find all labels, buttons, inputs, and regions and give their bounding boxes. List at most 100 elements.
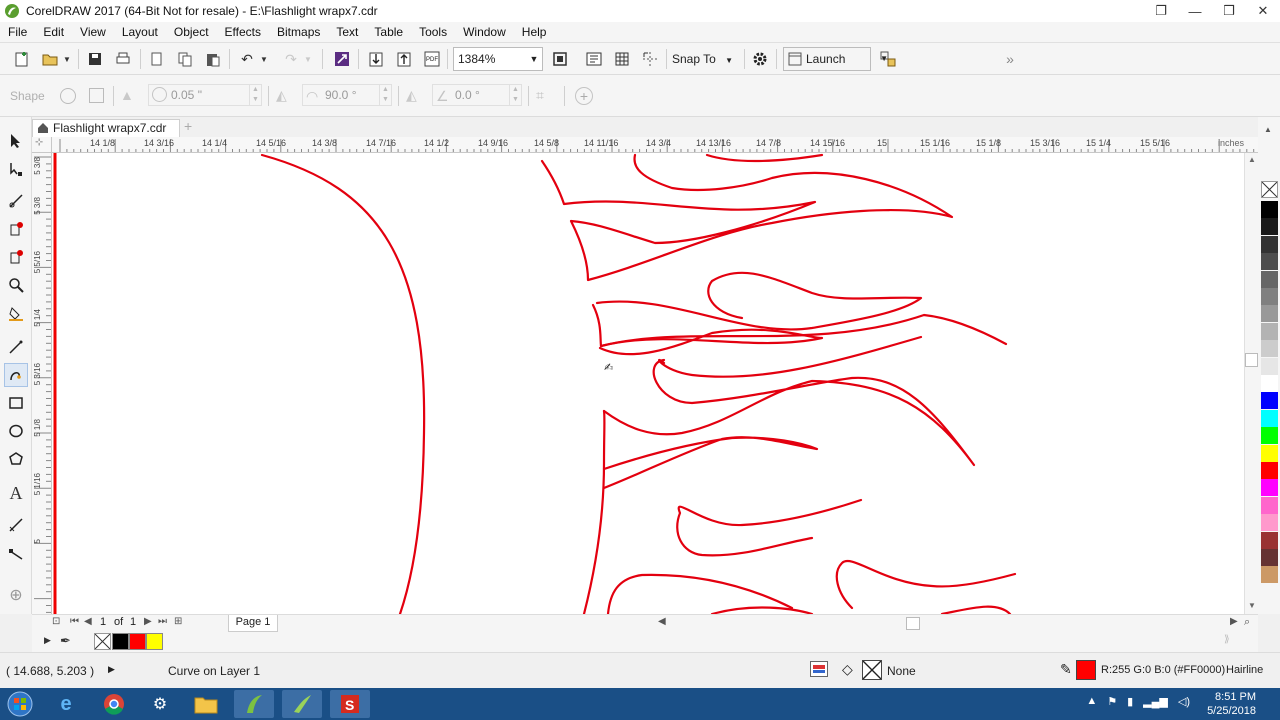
customize-toolbox-icon[interactable]: ⊕ [4,583,28,607]
new-document-icon[interactable] [10,47,34,71]
horizontal-ruler[interactable]: 14 1/8 14 3/16 14 1/4 14 5/16 14 3/8 14 … [52,137,1258,153]
home-icon[interactable] [37,122,49,134]
no-color-swatch[interactable] [1261,181,1278,198]
open-folder-icon[interactable] [38,47,62,71]
zoom-level-combo[interactable]: 1384% ▼ [453,47,543,71]
fill-none-swatch[interactable] [862,660,882,680]
menu-window[interactable]: Window [455,25,514,39]
maximize-button[interactable]: ❒ [1212,0,1246,22]
fill-bucket-icon[interactable]: ▲ [120,87,138,105]
freehand-tool-icon[interactable] [4,335,28,359]
palette-swatch[interactable] [1261,444,1278,462]
start-button[interactable] [0,690,40,718]
redo-dropdown-icon[interactable]: ▼ [301,47,315,71]
corel-photopaint-icon[interactable] [282,690,322,718]
angle-field[interactable]: ◠ 90.0 ° ▲ ▼ [302,84,392,106]
tray-expand-icon[interactable]: ▲ [1086,695,1097,708]
palette-swatch[interactable] [1261,496,1278,514]
fill-icon[interactable]: ◇ [842,661,853,678]
launch-button[interactable]: Launch ▼ [783,47,888,71]
smudge-tool-icon[interactable] [4,217,28,241]
search-content-icon[interactable] [330,47,354,71]
menu-help[interactable]: Help [514,25,555,39]
start-arrow-icon[interactable]: ◭ [276,87,287,104]
menu-view[interactable]: View [72,25,114,39]
palette-swatch[interactable] [1261,322,1278,340]
palette-swatch[interactable] [1261,340,1278,358]
text-tool-icon[interactable]: A [4,481,28,505]
scroll-up-icon[interactable]: ▲ [1248,155,1256,164]
palette-swatch[interactable] [1261,288,1278,305]
palette-swatch[interactable] [1261,235,1278,253]
add-tab-icon[interactable]: + [184,118,192,134]
screen-recorder-icon[interactable]: S [330,690,370,718]
rectangle-tool-icon[interactable] [4,391,28,415]
palette-swatch[interactable] [1261,479,1278,497]
doc-no-color-swatch[interactable] [94,633,111,650]
page-last-icon[interactable]: ⏭ [158,616,167,627]
save-icon[interactable] [83,47,107,71]
page-previous-icon[interactable]: ◀ [84,616,92,627]
scroll-thumb[interactable] [1245,353,1258,367]
palette-swatch[interactable] [1261,270,1278,288]
ellipse-outline-icon[interactable] [60,88,76,104]
end-arrow-icon[interactable]: ◭ [406,87,417,104]
ruler-origin[interactable]: ⊹ [32,137,52,153]
document-tab[interactable]: Flashlight wrapx7.cdr [32,119,180,137]
chevron-down-icon[interactable]: ▼ [880,48,888,70]
drawing-canvas[interactable]: ✍ [52,153,1258,614]
zoom-tool-icon[interactable] [4,273,28,297]
restore-app-icon[interactable]: ❐ [1144,0,1178,22]
show-guidelines-icon[interactable] [638,47,662,71]
menu-text[interactable]: Text [328,25,366,39]
battery-icon[interactable]: ▮ [1127,695,1133,708]
options-gear-icon[interactable] [748,47,772,71]
zoom-to-page-icon[interactable] [548,47,572,71]
doc-palette-swatch[interactable] [146,633,163,650]
palette-swatch[interactable] [1261,392,1278,410]
doc-palette-scroll-icon[interactable]: ⟫ [1224,634,1230,645]
outline-width-field[interactable]: 0.05 " ▲ ▼ [148,84,262,106]
bezier-tool-icon[interactable] [4,363,28,387]
file-explorer-icon[interactable] [186,690,226,718]
page-next-icon[interactable]: ▶ [144,616,152,627]
polygon-tool-icon[interactable] [4,447,28,471]
publish-pdf-icon[interactable]: PDF [420,47,444,71]
close-button[interactable]: ✕ [1246,0,1280,22]
palette-swatch[interactable] [1261,375,1278,392]
palette-swatch[interactable] [1261,462,1278,479]
print-icon[interactable] [111,47,135,71]
menu-edit[interactable]: Edit [35,25,72,39]
menu-layout[interactable]: Layout [114,25,166,39]
palette-swatch[interactable] [1261,427,1278,445]
doc-palette-menu-icon[interactable]: ▶ [44,635,51,646]
volume-icon[interactable]: ◁) [1178,695,1190,708]
menu-object[interactable]: Object [166,25,217,39]
snap-to-dropdown[interactable]: Snap To ▼ [672,47,733,71]
palette-swatch[interactable] [1261,357,1278,375]
palette-swatch[interactable] [1261,514,1278,532]
palette-scroll-up-icon[interactable]: ▲ [1264,125,1272,134]
undo-dropdown-icon[interactable]: ▼ [257,47,271,71]
network-icon[interactable]: ⚙ [140,690,180,718]
twirl-tool-icon[interactable] [4,245,28,269]
parallel-dimension-icon[interactable] [4,513,28,537]
menu-file[interactable]: File [0,25,35,39]
spinner-icon[interactable]: ▲ ▼ [379,85,391,105]
pick-tool-icon[interactable] [4,129,28,153]
signal-icon[interactable]: ▂▄▆ [1143,695,1168,708]
crop-tool-icon[interactable] [4,189,28,213]
page-tab[interactable]: Page 1 [228,615,278,632]
vertical-scrollbar[interactable]: ▲ ▼ [1244,153,1258,614]
redo-icon[interactable]: ↷ [279,47,303,71]
navigator-zoom-icon[interactable]: ⌕ [1244,616,1250,629]
palette-swatch[interactable] [1261,566,1278,584]
status-expand-icon[interactable]: ▶ [108,664,115,675]
hscroll-left-icon[interactable]: ◀ [658,616,666,627]
palette-swatch[interactable] [1261,409,1278,427]
add-preset-icon[interactable]: + [575,87,593,105]
palette-swatch[interactable] [1261,305,1278,323]
minimize-button[interactable]: — [1178,0,1212,22]
hscroll-right-icon[interactable]: ▶ [1230,616,1238,627]
eyedropper-icon[interactable]: ✒ [60,633,71,649]
